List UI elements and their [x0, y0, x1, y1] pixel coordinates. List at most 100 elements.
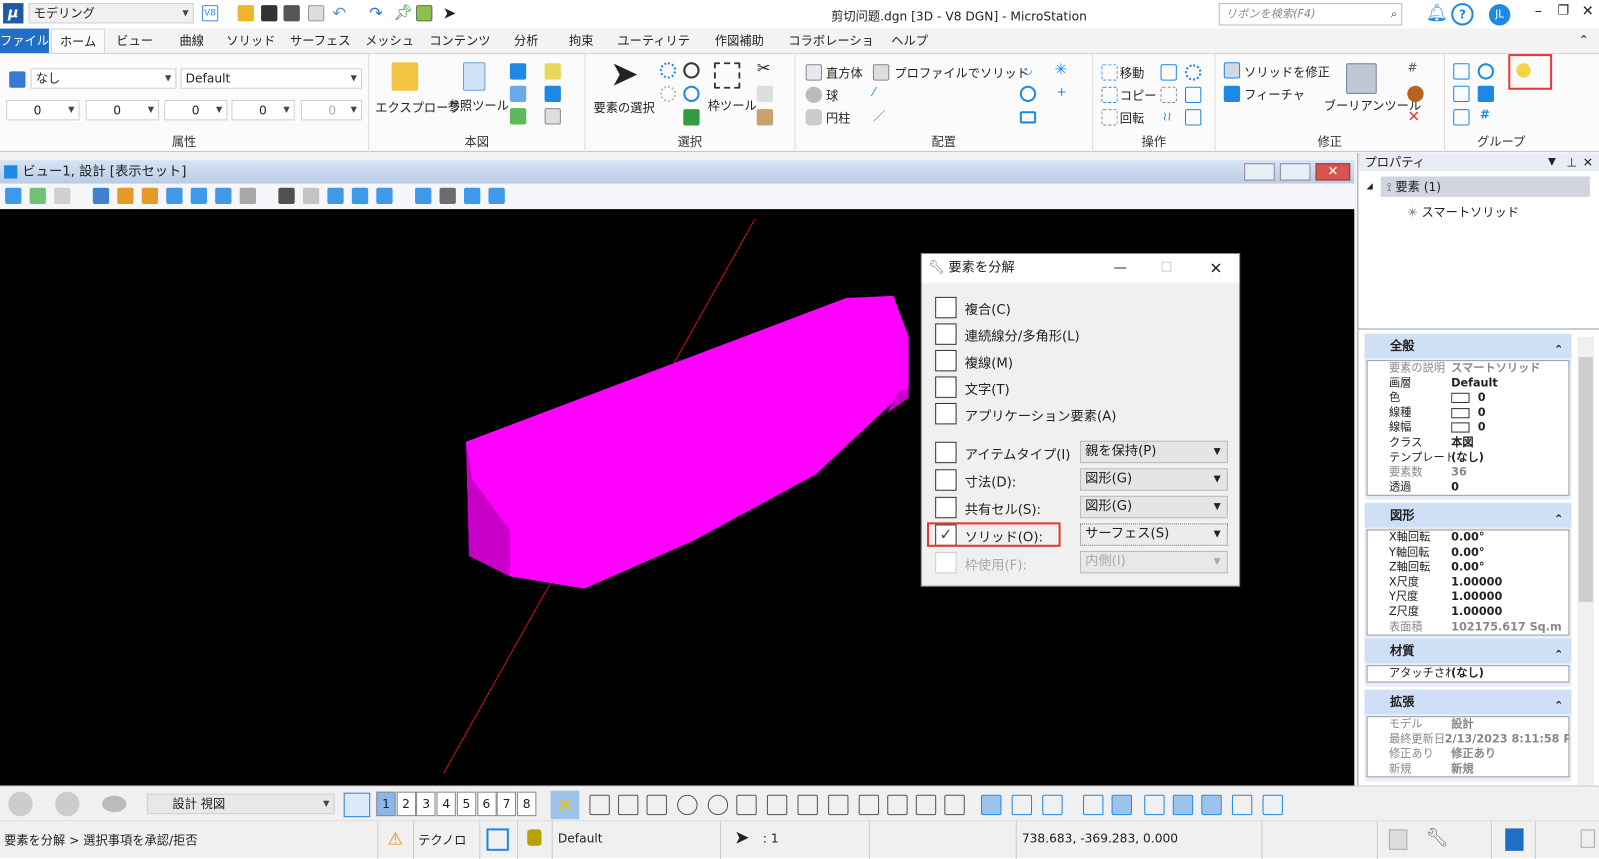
view-button-4[interactable]: 4: [436, 791, 456, 817]
layers-icon[interactable]: [509, 108, 527, 125]
selection-count[interactable]: : 1: [763, 831, 779, 845]
property-row[interactable]: モデル 設計: [1368, 717, 1569, 732]
boolean-icon[interactable]: [1346, 63, 1377, 94]
arc-icon[interactable]: ◡: [1022, 62, 1033, 76]
checkbox[interactable]: [935, 496, 957, 519]
tree-item-smart-solid[interactable]: ✳ スマートソリッド: [1407, 202, 1519, 222]
unlock-icon[interactable]: [683, 85, 700, 103]
ribbon-search-input[interactable]: リボンを検索(F4) ⌕: [1218, 3, 1403, 26]
property-row[interactable]: アタッチされた(なし): [1368, 666, 1569, 681]
view-button-3[interactable]: 3: [416, 791, 436, 817]
boresite-icon[interactable]: [1111, 794, 1132, 816]
snap-perpendicular-icon[interactable]: [858, 794, 880, 816]
snap-intersection-icon[interactable]: ✕: [550, 790, 580, 820]
move-button[interactable]: 移動: [1120, 64, 1144, 81]
display-style-icon[interactable]: [29, 187, 46, 205]
tab-3[interactable]: 曲線: [169, 29, 214, 53]
option-dropdown[interactable]: 親を保持(P) ▼: [1079, 440, 1228, 464]
snap-center-icon[interactable]: [677, 794, 698, 816]
linestyle-dropdown[interactable]: 0 ▼: [85, 99, 160, 121]
tab-5[interactable]: サーフェス: [288, 29, 353, 53]
tab-13[interactable]: ヘルプ: [883, 29, 936, 53]
property-row[interactable]: Y軸回転 0.00°: [1368, 545, 1569, 560]
feature-button[interactable]: フィーチャ: [1244, 86, 1305, 103]
snap-parallel-icon[interactable]: [915, 794, 937, 816]
info-icon[interactable]: [544, 85, 561, 103]
levels-icon[interactable]: [544, 63, 561, 80]
tree-item-elements[interactable]: ⟟ 要素 (1): [1380, 176, 1590, 197]
property-row[interactable]: 画層 Default: [1368, 376, 1569, 391]
tools-icon[interactable]: 🔧︎: [1426, 827, 1449, 848]
property-row[interactable]: 色0: [1368, 391, 1569, 406]
tab-9[interactable]: 拘束: [559, 29, 604, 53]
tree-expand-icon[interactable]: ◢: [1367, 182, 1373, 191]
property-row[interactable]: テンプレート (なし): [1368, 450, 1569, 465]
tab-11[interactable]: 作図補助: [704, 29, 775, 53]
tab-8[interactable]: 分析: [504, 29, 549, 53]
property-row[interactable]: 線幅 0: [1368, 421, 1569, 436]
deselect-icon[interactable]: [659, 85, 677, 103]
update-view-icon[interactable]: [92, 187, 110, 205]
forward-icon[interactable]: [55, 791, 80, 817]
scrollbar-thumb[interactable]: [1578, 357, 1593, 602]
property-row[interactable]: 表面積 102175.617 Sq.m: [1368, 620, 1569, 635]
view-close-button[interactable]: ✕: [1315, 163, 1351, 181]
rotate-view-icon[interactable]: [215, 187, 232, 205]
previous-view-icon[interactable]: [351, 187, 369, 205]
grid-tool-icon[interactable]: #: [1407, 60, 1417, 74]
pan-view-icon[interactable]: [239, 187, 256, 205]
view-button-1[interactable]: 1: [376, 791, 396, 817]
snap-mode[interactable]: テクノロ: [418, 831, 466, 848]
lock-status-icon[interactable]: [527, 829, 542, 846]
view-group-dropdown[interactable]: 設計 視図 ▼: [146, 793, 335, 815]
level-dropdown[interactable]: なし ▼: [30, 68, 177, 89]
undo-icon[interactable]: ↶: [332, 3, 346, 22]
checkbox[interactable]: [935, 469, 957, 491]
option-dropdown[interactable]: 内側(I) ▼: [1079, 550, 1228, 574]
class-dropdown[interactable]: 0 ▼: [231, 99, 295, 121]
properties-scrollbar[interactable]: [1577, 336, 1594, 786]
fit-view-icon[interactable]: [190, 187, 208, 205]
checkbox[interactable]: [935, 349, 957, 372]
box-button[interactable]: 直方体: [826, 64, 863, 81]
accusnap-icon[interactable]: [1262, 794, 1283, 816]
property-row[interactable]: 要素数 36: [1368, 465, 1569, 480]
save-icon[interactable]: [261, 5, 278, 22]
collapse-icon[interactable]: ⌃: [1554, 507, 1563, 531]
snap-tangent-icon[interactable]: [797, 794, 818, 816]
color-dropdown[interactable]: 0 ▼: [6, 99, 80, 121]
notification-bell-icon[interactable]: 🔔︎: [1426, 3, 1448, 23]
view-button-2[interactable]: 2: [396, 791, 416, 817]
delete-icon[interactable]: ✕: [1407, 107, 1420, 125]
property-row[interactable]: クラス 本図: [1368, 436, 1569, 451]
clip-fence-icon[interactable]: [488, 187, 505, 205]
dialog-close-button[interactable]: ✕: [1209, 254, 1222, 283]
view-perspective-icon[interactable]: [439, 187, 456, 205]
sphere-button[interactable]: 球: [826, 87, 838, 104]
tab-4[interactable]: ソリッド: [222, 29, 279, 53]
view-button-8[interactable]: 8: [516, 791, 537, 817]
checkbox[interactable]: [935, 296, 957, 319]
compress-icon[interactable]: [307, 5, 325, 22]
copy-icon[interactable]: [756, 85, 774, 103]
snap-nearest-icon[interactable]: [589, 794, 610, 816]
view-attributes-icon[interactable]: [5, 187, 22, 205]
view-button-7[interactable]: 7: [496, 791, 517, 817]
clip-mask-icon[interactable]: [464, 187, 481, 205]
fence-icon[interactable]: [713, 62, 741, 89]
select-all-icon[interactable]: [659, 62, 677, 79]
tab-12[interactable]: コラボレーション: [787, 29, 875, 73]
redo-icon[interactable]: ↷: [369, 3, 383, 22]
snap-acs-3-icon[interactable]: [1042, 794, 1063, 816]
section-header[interactable]: 拡張 ⌃: [1364, 689, 1572, 715]
snap-tangent-point-icon[interactable]: [828, 794, 849, 816]
clip-volume-icon[interactable]: [415, 187, 432, 205]
point-icon[interactable]: ✳: [1054, 60, 1067, 78]
align-icon[interactable]: [1185, 86, 1202, 104]
close-panel-icon[interactable]: ✕: [1583, 153, 1593, 171]
modify-solid-button[interactable]: ソリッドを修正: [1244, 63, 1330, 80]
active-level[interactable]: Default: [558, 831, 603, 845]
message-center-icon[interactable]: [1388, 829, 1408, 850]
snap-origin-icon[interactable]: [707, 794, 729, 816]
checkbox[interactable]: [935, 402, 957, 425]
